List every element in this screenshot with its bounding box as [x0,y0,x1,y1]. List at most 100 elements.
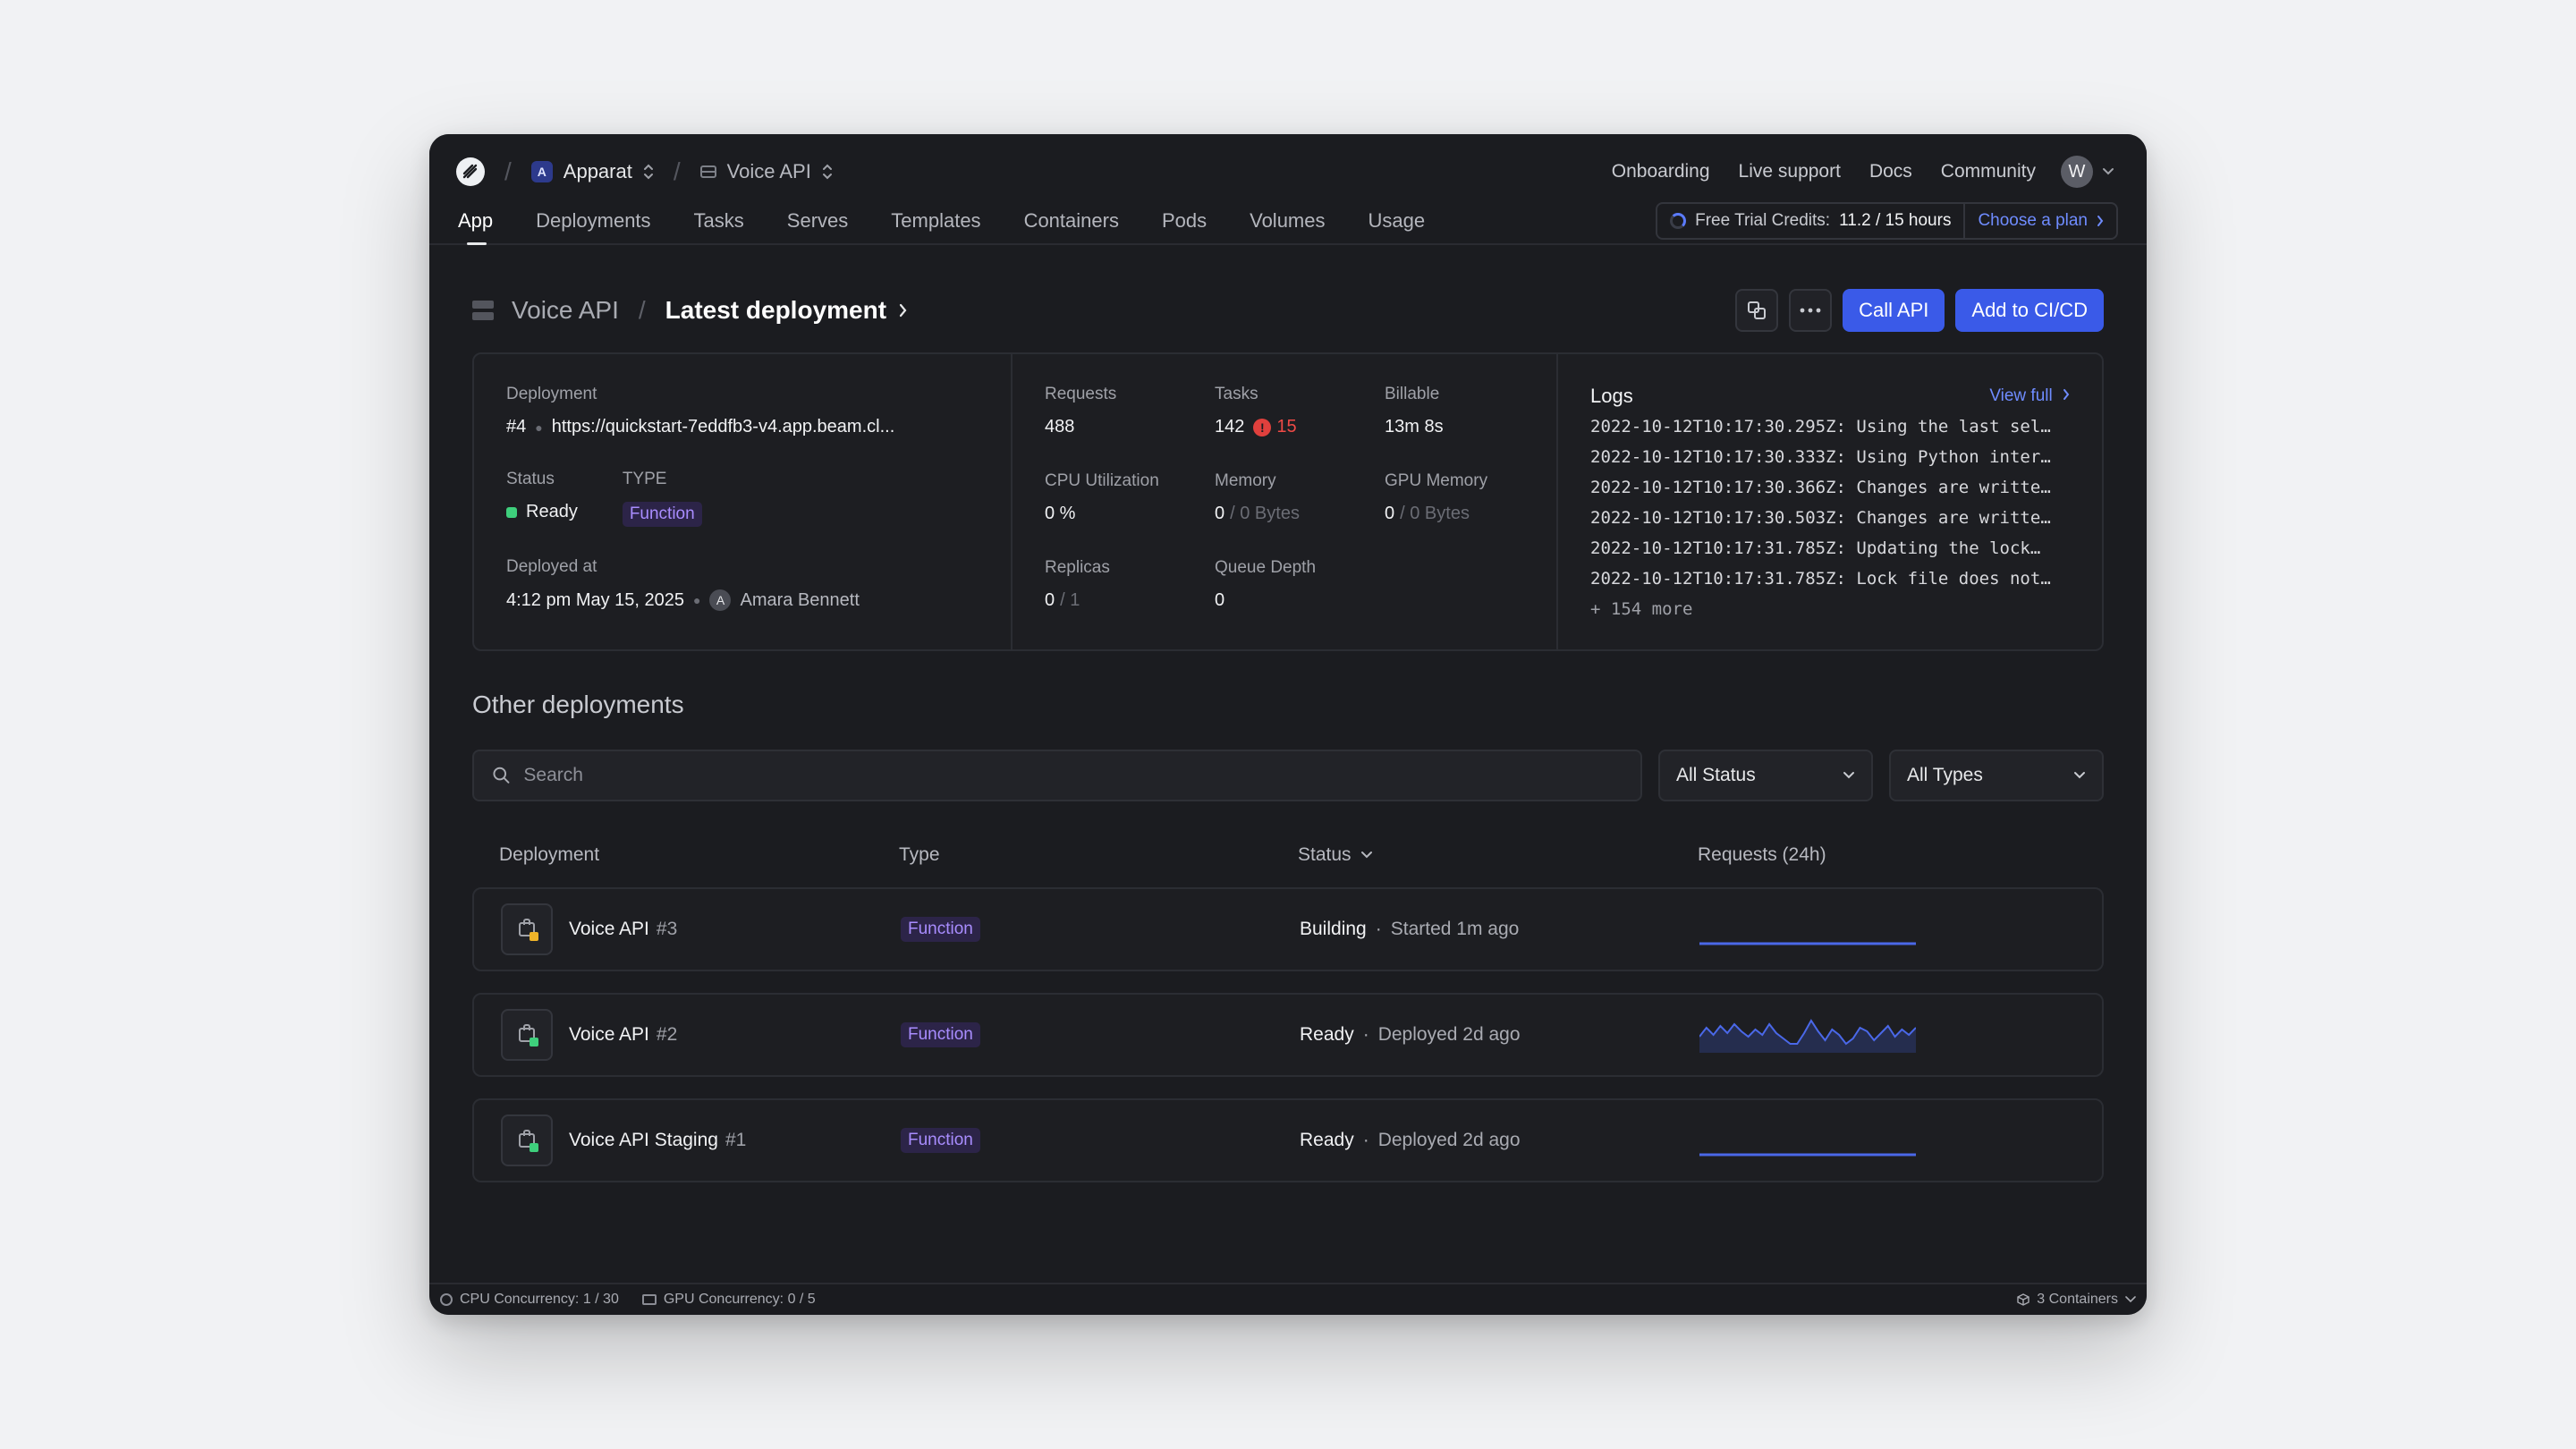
column-header-deployment: Deployment [499,844,600,865]
call-api-button[interactable]: Call API [1843,289,1945,332]
package-icon [501,1114,553,1166]
logs-panel: Logs View full 2022-10-12T10:17:30.295Z:… [1556,354,2102,649]
choose-plan-link[interactable]: Choose a plan [1965,211,2116,231]
metric-label: Billable [1385,385,1440,403]
workspace-name: Apparat [563,160,632,182]
app-switcher[interactable]: Voice API [699,160,833,183]
cpu-concurrency[interactable]: CPU Concurrency: 1 / 30 [440,1292,619,1308]
deployed-at-row: 4:12 pm May 15, 2025 ● A Amara Bennett [506,589,979,611]
status-block: Status Ready [506,470,578,527]
requests-sparkline [1699,1153,1916,1157]
chevron-down-icon [1360,852,1372,859]
add-to-cicd-button[interactable]: Add to CI/CD [1955,289,2104,332]
copy-icon [1748,301,1767,319]
beam-logo-icon[interactable] [456,157,485,186]
workspace-switcher[interactable]: A Apparat [530,160,654,183]
deployed-at-value: 4:12 pm May 15, 2025 [506,589,685,610]
metric-gpu-memory: GPU Memory 0 / 0 Bytes [1385,471,1537,524]
replicas-running: 0 [1045,590,1055,610]
search-box[interactable] [472,750,1642,801]
top-links: Onboarding Live support Docs Community W [1612,156,2114,188]
column-header-status[interactable]: Status [1298,844,1698,866]
type-block: TYPE Function [622,470,702,527]
page-title: Voice API / Latest deployment [472,296,908,325]
requests-sparkline [1699,1019,1916,1053]
log-line: 2022-10-12T10:17:30.295Z: Using the last… [1590,417,2051,436]
more-options-button[interactable] [1789,289,1833,332]
tab-tasks[interactable]: Tasks [694,197,744,245]
deployed-at-label: Deployed at [506,557,597,576]
metric-value-row: 0 / 1 [1045,590,1215,611]
link-docs[interactable]: Docs [1869,161,1912,182]
log-more-link[interactable]: + 154 more [1590,599,2070,619]
metric-value-row: 0 / 0 Bytes [1385,504,1537,524]
log-line: 2022-10-12T10:17:30.366Z: Changes are wr… [1590,478,2051,497]
breadcrumb-current[interactable]: Latest deployment [665,296,886,325]
status-filter-select[interactable]: All Status [1658,750,1873,801]
type-filter-select[interactable]: All Types [1889,750,2104,801]
type-label: TYPE [622,470,667,488]
search-input[interactable] [523,765,1623,786]
type-cell: Function [901,1022,1300,1047]
section-title: Other deployments [472,691,684,718]
containers-count: 3 Containers [2037,1292,2118,1307]
trial-credits-box: Free Trial Credits: 11.2 / 15 hours Choo… [1656,202,2118,240]
tab-deployments[interactable]: Deployments [536,197,650,245]
tab-containers[interactable]: Containers [1024,197,1119,245]
view-full-logs-link[interactable]: View full [1989,386,2070,406]
chevron-right-icon [2097,216,2104,226]
metric-label: CPU Utilization [1045,471,1159,490]
chevron-updown-icon [643,164,653,180]
deployment-name: Voice API [569,1024,649,1045]
link-live-support[interactable]: Live support [1739,161,1841,182]
credits-value: 11.2 / 15 hours [1839,211,1952,230]
status-type-row: Status Ready TYPE Function [506,470,979,527]
memory-total: / 0 Bytes [1230,504,1300,523]
link-community[interactable]: Community [1941,161,2036,182]
compare-button[interactable] [1735,289,1779,332]
deployment-cell: Voice API Staging #1 [501,1114,901,1166]
tab-pods[interactable]: Pods [1162,197,1207,245]
chevron-down-icon [1843,772,1854,779]
link-onboarding[interactable]: Onboarding [1612,161,1710,182]
app-name: Voice API [726,160,811,182]
deployment-cell: Voice API #2 [501,1009,901,1061]
deployment-url[interactable]: https://quickstart-7eddfb3-v4.app.beam.c… [552,417,895,437]
deployment-name: Voice API [569,919,649,939]
tab-volumes[interactable]: Volumes [1250,197,1325,245]
progress-ring-icon [1670,213,1687,229]
column-header-type: Type [899,844,940,865]
status-text: Building [1300,919,1367,939]
top-bar: / A Apparat / Voice API Onboarding Live … [429,134,2147,245]
table-row[interactable]: Voice API Staging #1 Function Ready · De… [472,1098,2104,1182]
type-filter-value: All Types [1907,765,1983,785]
metric-replicas: Replicas 0 / 1 [1045,558,1215,611]
table-row[interactable]: Voice API #2 Function Ready · Deployed 2… [472,993,2104,1077]
type-badge: Function [901,1022,980,1047]
table-row[interactable]: Voice API #3 Function Building · Started… [472,887,2104,971]
log-line: 2022-10-12T10:17:31.785Z: Updating the l… [1590,538,2041,558]
tab-usage[interactable]: Usage [1368,197,1426,245]
user-menu[interactable]: W [2061,156,2114,188]
top-nav: / A Apparat / Voice API Onboarding Live … [429,147,2147,197]
tasks-failed[interactable]: 15 [1276,417,1296,437]
page-header: Voice API / Latest deployment Call API A… [472,288,2104,333]
server-icon [699,165,716,178]
tab-templates[interactable]: Templates [891,197,980,245]
metric-memory: Memory 0 / 0 Bytes [1215,471,1385,524]
tab-app[interactable]: App [458,197,493,245]
status-separator: · [1375,919,1382,939]
package-icon [501,1009,553,1061]
containers-menu[interactable]: 3 Containers [2017,1292,2136,1308]
deployment-number: #4 [506,417,527,436]
deployment-summary-card: Deployment #4 ● https://quickstart-7eddf… [472,352,2104,651]
gpu-concurrency[interactable]: GPU Concurrency: 0 / 5 [641,1292,816,1308]
deployment-label: Deployment [506,385,597,403]
status-value-row: Ready [506,502,578,522]
tab-serves[interactable]: Serves [787,197,848,245]
metric-cpu: CPU Utilization 0 % [1045,471,1215,524]
status-dot-icon [506,506,517,518]
metric-label: Requests [1045,385,1117,403]
type-cell: Function [901,917,1300,942]
breadcrumb-app[interactable]: Voice API [512,296,619,325]
